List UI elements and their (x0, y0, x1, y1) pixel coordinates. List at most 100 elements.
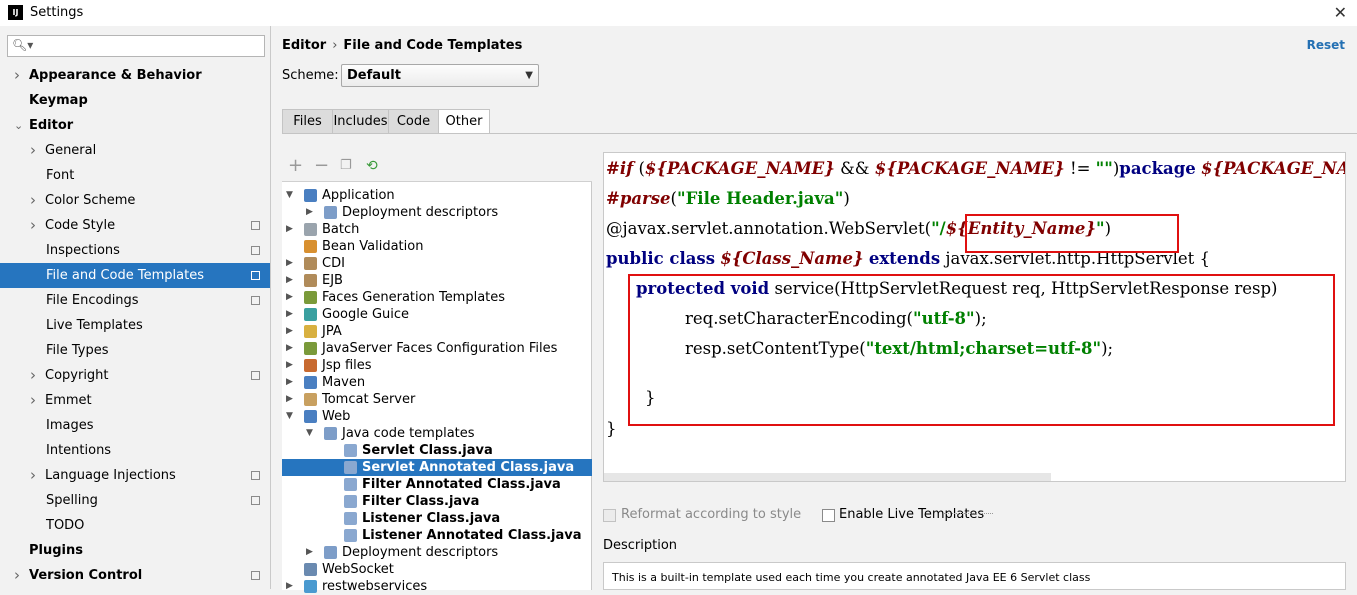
chevron-down-icon[interactable]: ▼ (286, 187, 293, 204)
chevron-right-icon[interactable]: › (14, 563, 20, 588)
tree-item[interactable]: ▶ Jsp files (282, 357, 592, 374)
chevron-right-icon[interactable]: ▶ (286, 272, 293, 289)
tree-item[interactable]: Servlet Annotated Class.java (282, 459, 592, 476)
chevron-right-icon[interactable]: ▶ (286, 323, 293, 340)
tree-item[interactable]: ▶ CDI (282, 255, 592, 272)
tree-item[interactable]: ▶ restwebservices (282, 578, 592, 595)
chevron-down-icon[interactable]: ⌄ (14, 113, 23, 138)
tab-includes[interactable]: Includes (332, 109, 389, 134)
tree-item[interactable]: ▶ Faces Generation Templates (282, 289, 592, 306)
chevron-right-icon[interactable]: › (30, 363, 36, 388)
code-editor[interactable]: #if (${PACKAGE_NAME} && ${PACKAGE_NAME} … (603, 152, 1346, 482)
tree-item[interactable]: ▶ Maven (282, 374, 592, 391)
horizontal-scrollbar[interactable] (604, 473, 1051, 481)
chevron-right-icon[interactable]: ▶ (286, 391, 293, 408)
template-group-icon (304, 274, 317, 287)
tree-item[interactable]: Filter Annotated Class.java (282, 476, 592, 493)
remove-icon[interactable]: − (314, 156, 329, 176)
sidebar-item-font[interactable]: Font (0, 163, 270, 188)
sidebar-item-label: General (45, 143, 97, 158)
tree-item[interactable]: ▶ Deployment descriptors (282, 544, 592, 561)
tab-other[interactable]: Other (438, 109, 490, 134)
close-icon[interactable]: ✕ (1334, 3, 1347, 22)
chevron-right-icon[interactable]: ▶ (306, 544, 313, 561)
enable-live-templates-checkbox[interactable] (822, 509, 835, 522)
chevron-right-icon[interactable]: › (30, 463, 36, 488)
sidebar-item-editor[interactable]: ⌄ Editor (0, 113, 270, 138)
tab-code[interactable]: Code (388, 109, 439, 134)
tab-files[interactable]: Files (282, 109, 333, 134)
sidebar-item-version-control[interactable]: › Version Control (0, 563, 270, 588)
tree-item-label: Batch (322, 222, 360, 237)
sidebar-item-language-injections[interactable]: › Language Injections (0, 463, 270, 488)
reset-link[interactable]: Reset (1307, 38, 1345, 52)
tree-item[interactable]: WebSocket (282, 561, 592, 578)
tree-item[interactable]: ▶ JavaServer Faces Configuration Files (282, 340, 592, 357)
sidebar-item-emmet[interactable]: › Emmet (0, 388, 270, 413)
breadcrumb-editor: Editor (282, 38, 327, 53)
tree-item[interactable]: ▼ Web (282, 408, 592, 425)
sidebar-item-keymap[interactable]: Keymap (0, 88, 270, 113)
tree-item[interactable]: Filter Class.java (282, 493, 592, 510)
chevron-right-icon[interactable]: ▶ (306, 204, 313, 221)
sidebar-item-label: Spelling (46, 493, 98, 508)
chevron-right-icon[interactable]: › (30, 213, 36, 238)
chevron-right-icon[interactable]: ▶ (286, 578, 293, 595)
chevron-right-icon[interactable]: › (30, 138, 36, 163)
chevron-right-icon[interactable]: ▶ (286, 289, 293, 306)
chevron-right-icon[interactable]: › (30, 188, 36, 213)
chevron-right-icon[interactable]: ▶ (286, 255, 293, 272)
sidebar-item-images[interactable]: Images (0, 413, 270, 438)
chevron-right-icon[interactable]: › (30, 388, 36, 413)
sidebar-item-general[interactable]: › General (0, 138, 270, 163)
tree-item[interactable]: ▶ JPA (282, 323, 592, 340)
tree-item[interactable]: ▼ Application (282, 187, 592, 204)
sidebar-item-inspections[interactable]: Inspections (0, 238, 270, 263)
tree-item[interactable]: ▶ Batch (282, 221, 592, 238)
tree-item[interactable]: ▶ EJB (282, 272, 592, 289)
chevron-down-icon[interactable]: ▼ (306, 425, 313, 442)
tree-item[interactable]: Listener Annotated Class.java (282, 527, 592, 544)
sidebar-item-todo[interactable]: TODO (0, 513, 270, 538)
sidebar-item-file-and-code-templates[interactable]: File and Code Templates (0, 263, 270, 288)
tree-item[interactable]: ▶ Tomcat Server (282, 391, 592, 408)
reset-template-icon[interactable]: ⟲ (366, 156, 378, 176)
chevron-right-icon[interactable]: ▶ (286, 374, 293, 391)
chevron-right-icon[interactable]: ▶ (286, 306, 293, 323)
tree-item[interactable]: ▶ Google Guice (282, 306, 592, 323)
chevron-right-icon[interactable]: › (14, 63, 20, 88)
tree-item[interactable]: Servlet Class.java (282, 442, 592, 459)
template-group-icon (344, 495, 357, 508)
sidebar-item-appearance-behavior[interactable]: › Appearance & Behavior (0, 63, 270, 88)
copy-icon[interactable]: ❐ (340, 156, 352, 176)
sidebar-item-plugins[interactable]: Plugins (0, 538, 270, 563)
tree-item-label: CDI (322, 256, 345, 271)
tree-item[interactable]: ▶ Deployment descriptors (282, 204, 592, 221)
method-highlight-box (628, 274, 1335, 426)
add-icon[interactable]: + (288, 156, 303, 176)
chevron-down-icon[interactable]: ▼ (286, 408, 293, 425)
sidebar-item-label: Color Scheme (45, 193, 136, 208)
project-scope-icon (251, 271, 260, 280)
chevron-right-icon[interactable]: ▶ (286, 357, 293, 374)
sidebar-item-copyright[interactable]: › Copyright (0, 363, 270, 388)
sidebar-item-file-types[interactable]: File Types (0, 338, 270, 363)
tree-item[interactable]: Bean Validation (282, 238, 592, 255)
sidebar-item-color-scheme[interactable]: › Color Scheme (0, 188, 270, 213)
sidebar-item-intentions[interactable]: Intentions (0, 438, 270, 463)
splitter-handle[interactable] (943, 513, 993, 517)
sidebar-item-code-style[interactable]: › Code Style (0, 213, 270, 238)
sidebar-item-file-encodings[interactable]: File Encodings (0, 288, 270, 313)
reformat-checkbox[interactable] (603, 509, 616, 522)
tree-item[interactable]: ▼ Java code templates (282, 425, 592, 442)
scheme-select[interactable]: Default ▼ (341, 64, 539, 87)
search-input[interactable]: 🔍︎▾ (7, 35, 265, 57)
tree-item-label: Maven (322, 375, 366, 390)
intellij-app-icon: IJ (8, 5, 23, 20)
sidebar-item-spelling[interactable]: Spelling (0, 488, 270, 513)
tree-item[interactable]: Listener Class.java (282, 510, 592, 527)
sidebar-item-live-templates[interactable]: Live Templates (0, 313, 270, 338)
chevron-right-icon[interactable]: ▶ (286, 340, 293, 357)
chevron-right-icon[interactable]: ▶ (286, 221, 293, 238)
breadcrumb: Editor › File and Code Templates (282, 38, 522, 53)
